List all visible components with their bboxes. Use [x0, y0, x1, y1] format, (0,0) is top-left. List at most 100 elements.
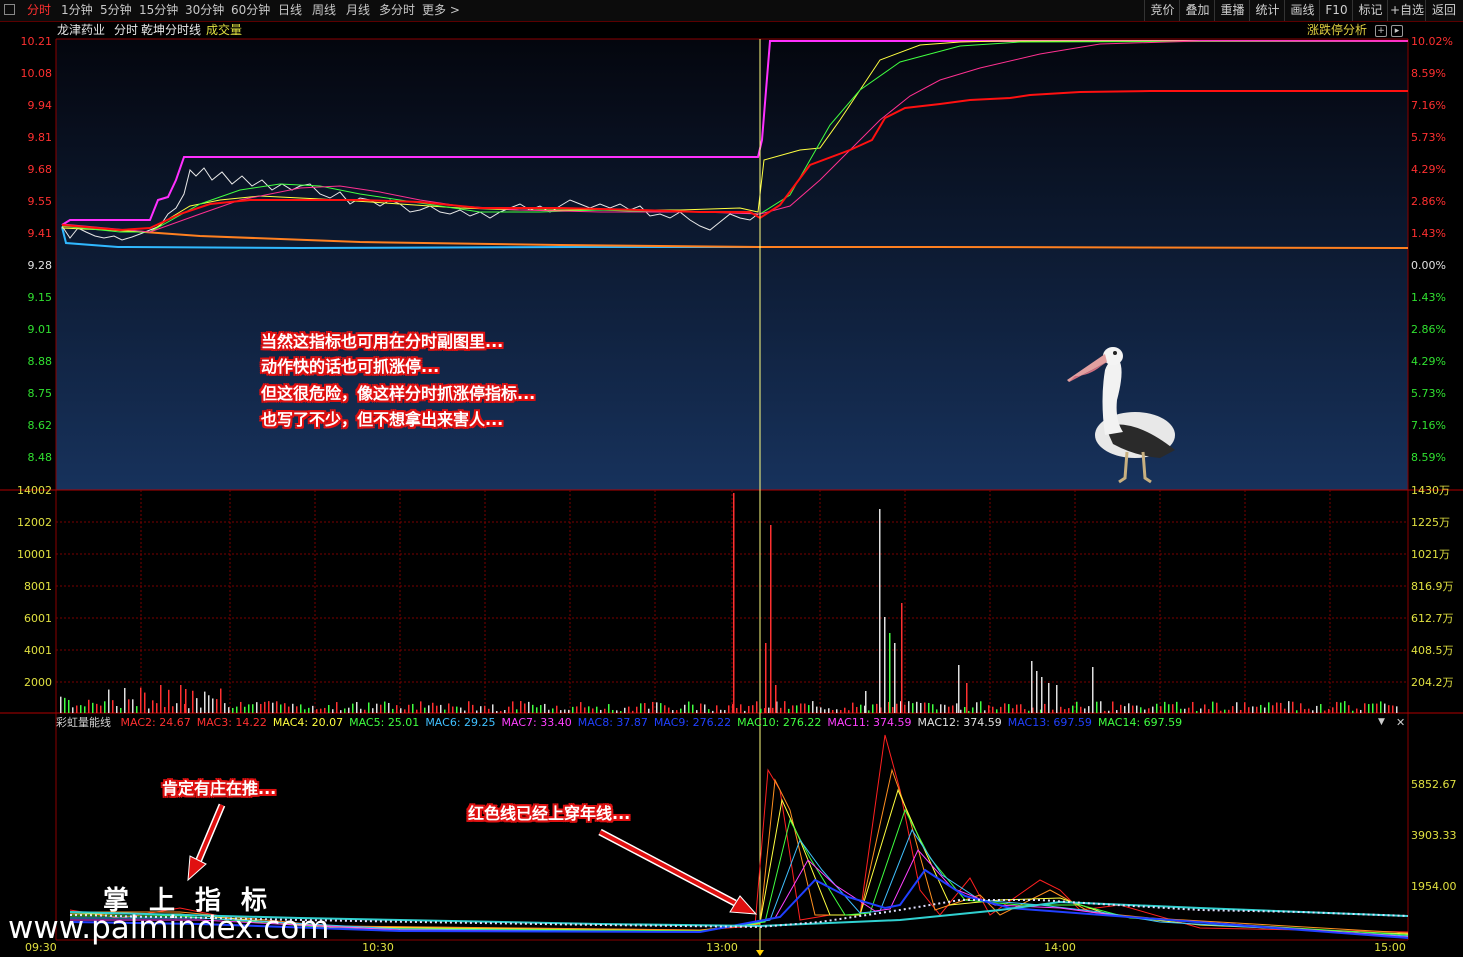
price-panel-background	[56, 39, 1408, 490]
price-tick-right: 2.86%	[1411, 323, 1446, 336]
volume-bar	[72, 707, 74, 713]
volume-bar	[316, 709, 318, 713]
volume-bar	[252, 704, 254, 713]
price-tick-right: 1.43%	[1411, 227, 1446, 240]
mac-legend-item: MAC6: 29.25	[425, 716, 496, 729]
price-tick-right: 8.59%	[1411, 67, 1446, 80]
price-tick-left: 9.15	[28, 291, 53, 304]
volume-bar	[1080, 706, 1082, 713]
volume-bar	[1196, 710, 1198, 713]
volume-bar	[1280, 702, 1282, 713]
volume-bar	[276, 701, 278, 713]
volume-bar	[1072, 705, 1074, 713]
volume-bar	[748, 705, 750, 713]
volume-bar	[1052, 709, 1054, 713]
price-tick-left: 9.41	[28, 227, 53, 240]
volume-bar	[532, 704, 534, 713]
volume-bar	[980, 701, 982, 713]
volume-bar	[620, 710, 622, 713]
volume-bar	[88, 699, 90, 713]
volume-bar	[708, 709, 710, 713]
volume-bar	[248, 704, 250, 713]
volume-bar	[516, 709, 518, 713]
volume-bar	[792, 705, 794, 713]
volume-bar	[904, 704, 906, 713]
volume-bar	[1148, 708, 1150, 713]
price-tick-left: 9.81	[28, 131, 53, 144]
volume-bar	[428, 705, 430, 713]
volume-bar	[185, 689, 187, 713]
volume-bar	[424, 707, 426, 713]
volume-bar	[1272, 705, 1274, 713]
mac-legend-item: MAC8: 37.87	[577, 716, 648, 729]
volume-bar	[944, 704, 946, 713]
volume-bar	[292, 703, 294, 713]
volume-bar	[844, 707, 846, 713]
volume-bar	[1336, 701, 1338, 713]
mac-dropdown-icon[interactable]: ▼	[1378, 717, 1385, 727]
volume-bar	[1216, 702, 1218, 713]
volume-tick-left: 2000	[24, 676, 52, 689]
price-tick-right: 10.02%	[1411, 35, 1453, 48]
volume-bar	[220, 688, 222, 713]
volume-bar	[760, 708, 762, 713]
mac-indicator-name[interactable]: 彩虹量能线	[56, 716, 111, 729]
volume-bar	[1388, 705, 1390, 713]
volume-bar	[1360, 709, 1362, 713]
volume-bar	[384, 701, 386, 713]
volume-bar	[152, 700, 154, 713]
volume-bar	[684, 704, 686, 713]
volume-bar	[552, 708, 554, 713]
volume-bar	[656, 702, 658, 713]
mac-tick-right: 1954.00	[1411, 880, 1457, 893]
volume-bar	[584, 707, 586, 713]
volume-bar	[312, 705, 314, 713]
volume-bar	[688, 701, 690, 713]
volume-bar	[1244, 702, 1246, 713]
volume-bar	[872, 704, 874, 713]
volume-bar	[772, 707, 774, 713]
volume-bar	[724, 710, 726, 713]
volume-bar	[924, 702, 926, 713]
volume-bar	[76, 705, 78, 713]
volume-bar	[560, 710, 562, 713]
volume-bar	[476, 710, 478, 713]
volume-bar	[84, 706, 86, 713]
volume-bar	[100, 705, 102, 713]
volume-bar	[1172, 704, 1174, 713]
volume-bar	[992, 706, 994, 713]
volume-bar	[240, 701, 242, 713]
volume-bar	[832, 709, 834, 713]
mac-legend-item: MAC10: 276.22	[737, 716, 822, 729]
volume-bar	[1252, 706, 1254, 713]
volume-bar	[765, 643, 767, 713]
annotation-arrow-1-label: 肯定有庄在推...	[162, 779, 277, 798]
volume-bar	[868, 710, 870, 713]
volume-bar	[272, 702, 274, 713]
volume-bar	[1036, 671, 1038, 713]
mac-legend-item: MAC14: 697.59	[1097, 716, 1183, 729]
volume-bar	[92, 702, 94, 713]
volume-tick-right: 1021万	[1411, 548, 1450, 561]
mac-close-icon[interactable]: ✕	[1396, 716, 1405, 729]
price-axis-left: 10.21 10.08 9.94 9.81 9.68 9.55 9.41 9.28 9.15 9.…	[21, 35, 53, 464]
volume-bar	[300, 704, 302, 713]
volume-bar	[1320, 704, 1322, 713]
price-tick-left: 8.48	[28, 451, 53, 464]
time-tick: 15:00	[1374, 941, 1406, 954]
volume-bar	[800, 703, 802, 713]
volume-bar	[1104, 710, 1106, 713]
volume-bar	[96, 703, 98, 713]
price-tick-left: 9.28	[28, 259, 53, 272]
volume-tick-right: 204.2万	[1411, 676, 1454, 689]
chart-canvas[interactable]: 10.21 10.08 9.94 9.81 9.68 9.55 9.41 9.28 9.15 9.…	[0, 0, 1463, 957]
price-tick-right: 4.29%	[1411, 355, 1446, 368]
volume-bar	[608, 704, 610, 713]
volume-bar	[324, 707, 326, 713]
volume-bar	[1000, 706, 1002, 713]
volume-bar	[208, 695, 210, 713]
volume-bar	[1136, 705, 1138, 713]
volume-bar	[1064, 709, 1066, 713]
volume-bar	[784, 701, 786, 713]
price-axis-right: 10.02% 8.59% 7.16% 5.73% 4.29% 2.86% 1.43% 0.00…	[1411, 35, 1453, 464]
